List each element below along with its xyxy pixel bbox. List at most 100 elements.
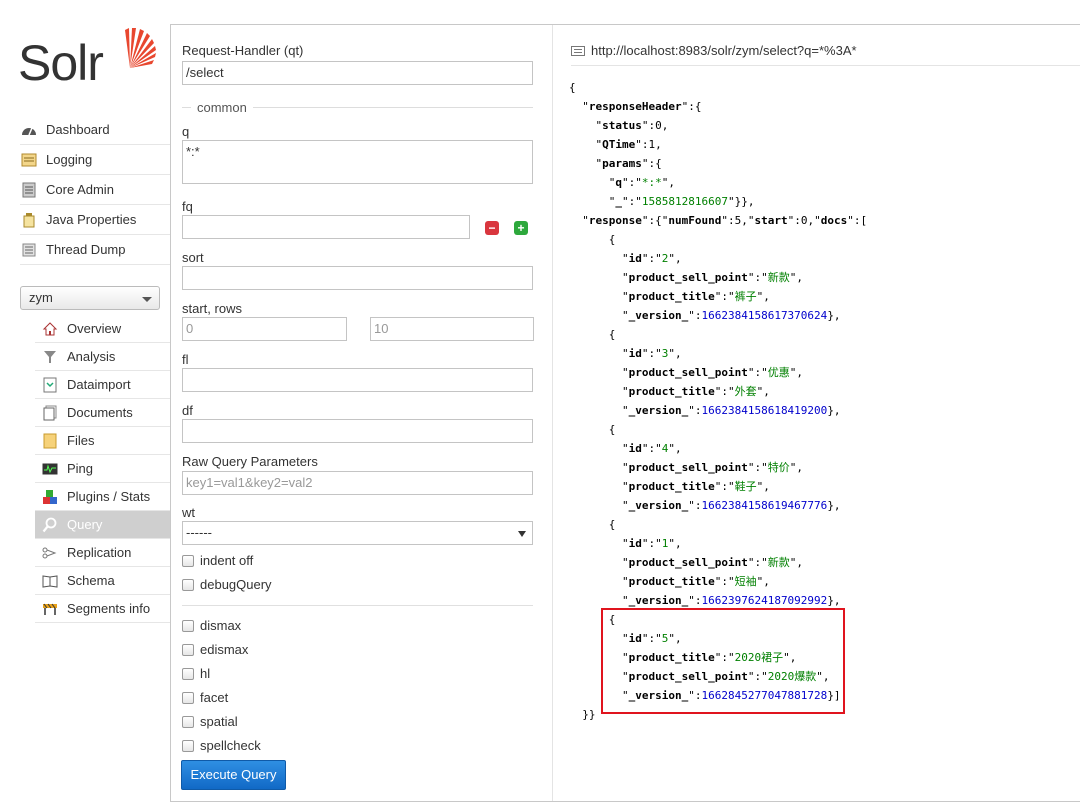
fl-input[interactable]: [182, 368, 533, 392]
solr-logo[interactable]: Solr: [18, 24, 156, 94]
core-item-analysis[interactable]: Analysis: [35, 343, 170, 371]
core-item-segments-info[interactable]: Segments info: [35, 595, 170, 623]
doc-id: 4: [661, 442, 669, 455]
doc-sell-point: 新款: [767, 556, 790, 569]
plugins-icon: [41, 488, 59, 506]
debug-query-checkbox[interactable]: debugQuery: [182, 577, 272, 592]
request-url: http://localhost:8983/solr/zym/select?q=…: [591, 43, 857, 58]
request-url-link[interactable]: http://localhost:8983/solr/zym/select?q=…: [571, 36, 1080, 66]
sidebar-item-label: Dashboard: [46, 122, 110, 137]
doc-title: 短袖: [734, 575, 757, 588]
logging-icon: [20, 151, 38, 169]
sort-input[interactable]: [182, 266, 533, 290]
core-item-label: Query: [67, 517, 103, 532]
request-handler-input[interactable]: /select: [182, 61, 533, 85]
df-input[interactable]: [182, 419, 533, 443]
params-q-value: *:*: [641, 176, 662, 189]
thread-dump-icon: [20, 241, 38, 259]
num-found-value: 5: [734, 214, 742, 227]
link-icon: [571, 45, 585, 56]
core-item-label: Replication: [67, 545, 132, 560]
sidebar-item-logging[interactable]: Logging: [20, 145, 170, 175]
core-menu: Overview Analysis Dataimport Documents F…: [35, 315, 170, 623]
sidebar-item-dashboard[interactable]: Dashboard: [20, 115, 170, 145]
fq-input[interactable]: [182, 215, 470, 239]
highlight-box: [601, 608, 845, 714]
sidebar-item-java-properties[interactable]: Java Properties: [20, 205, 170, 235]
divider: [182, 605, 533, 606]
rows-input[interactable]: 10: [370, 317, 534, 341]
checkbox-box: [182, 619, 194, 632]
core-item-label: Segments info: [67, 601, 151, 616]
core-item-label: Analysis: [67, 349, 116, 364]
q-label: q: [182, 124, 190, 139]
dashboard-icon: [20, 121, 38, 139]
sidebar-item-thread-dump[interactable]: Thread Dump: [20, 235, 170, 265]
execute-query-button[interactable]: Execute Query: [181, 760, 286, 790]
doc-version: 1662384158617370624: [701, 309, 828, 322]
core-item-overview[interactable]: Overview: [35, 315, 170, 343]
hl-checkbox[interactable]: hl: [182, 666, 210, 681]
core-item-replication[interactable]: Replication: [35, 539, 170, 567]
sidebar-item-core-admin[interactable]: Core Admin: [20, 175, 170, 205]
start-value: 0: [800, 214, 808, 227]
doc-id: 1: [661, 537, 669, 550]
checkbox-box: [182, 643, 194, 656]
core-item-documents[interactable]: Documents: [35, 399, 170, 427]
checkbox-box: [182, 554, 194, 567]
query-icon: [41, 516, 59, 534]
overview-icon: [41, 320, 59, 338]
indent-checkbox[interactable]: indent off: [182, 553, 253, 568]
checkbox-box: [182, 667, 194, 680]
start-input[interactable]: 0: [182, 317, 347, 341]
doc-title: 裤子: [734, 290, 757, 303]
replication-icon: [41, 544, 59, 562]
spellcheck-checkbox[interactable]: spellcheck: [182, 738, 261, 753]
core-item-schema[interactable]: Schema: [35, 567, 170, 595]
java-icon: [20, 211, 38, 229]
analysis-icon: [41, 348, 59, 366]
core-selector[interactable]: zym: [20, 286, 160, 310]
logo-text: Solr: [18, 35, 104, 91]
q-textarea[interactable]: *:*: [182, 140, 533, 184]
wt-select[interactable]: ------: [182, 521, 533, 545]
core-selector-value: zym: [29, 290, 53, 305]
spatial-checkbox[interactable]: spatial: [182, 714, 238, 729]
params-underscore-value: 1585812816607: [641, 195, 728, 208]
schema-icon: [41, 572, 59, 590]
raw-query-label: Raw Query Parameters: [182, 454, 318, 469]
doc-sell-point: 新款: [767, 271, 790, 284]
debug-query-label: debugQuery: [200, 577, 272, 592]
solr-sun-icon: [125, 28, 156, 68]
dismax-checkbox[interactable]: dismax: [182, 618, 241, 633]
segments-icon: [41, 600, 59, 618]
dismax-label: dismax: [200, 618, 242, 633]
documents-icon: [41, 404, 59, 422]
main-menu: Dashboard Logging Core Admin Java Proper…: [20, 115, 170, 265]
core-admin-icon: [20, 181, 38, 199]
sidebar-item-label: Thread Dump: [46, 242, 126, 257]
wt-label: wt: [182, 505, 195, 520]
facet-checkbox[interactable]: facet: [182, 690, 228, 705]
sort-label: sort: [182, 250, 204, 265]
core-item-plugins-stats[interactable]: Plugins / Stats: [35, 483, 170, 511]
core-item-files[interactable]: Files: [35, 427, 170, 455]
start-rows-label: start, rows: [182, 301, 242, 316]
core-item-dataimport[interactable]: Dataimport: [35, 371, 170, 399]
df-label: df: [182, 403, 193, 418]
edismax-checkbox[interactable]: edismax: [182, 642, 248, 657]
spellcheck-label: spellcheck: [200, 738, 261, 753]
query-form: Request-Handler (qt) /select common q *:…: [171, 25, 553, 801]
doc-title: 外套: [734, 385, 757, 398]
wt-select-value: ------: [186, 525, 212, 540]
core-item-ping[interactable]: Ping: [35, 455, 170, 483]
facet-label: facet: [200, 690, 229, 705]
doc-version: 1662397624187092992: [701, 594, 828, 607]
raw-query-input[interactable]: key1=val1&key2=val2: [182, 471, 533, 495]
core-item-query[interactable]: Query: [35, 511, 170, 539]
core-item-label: Ping: [67, 461, 94, 476]
files-icon: [41, 432, 59, 450]
checkbox-box: [182, 739, 194, 752]
add-fq-button[interactable]: +: [514, 221, 528, 235]
remove-fq-button[interactable]: −: [485, 221, 499, 235]
